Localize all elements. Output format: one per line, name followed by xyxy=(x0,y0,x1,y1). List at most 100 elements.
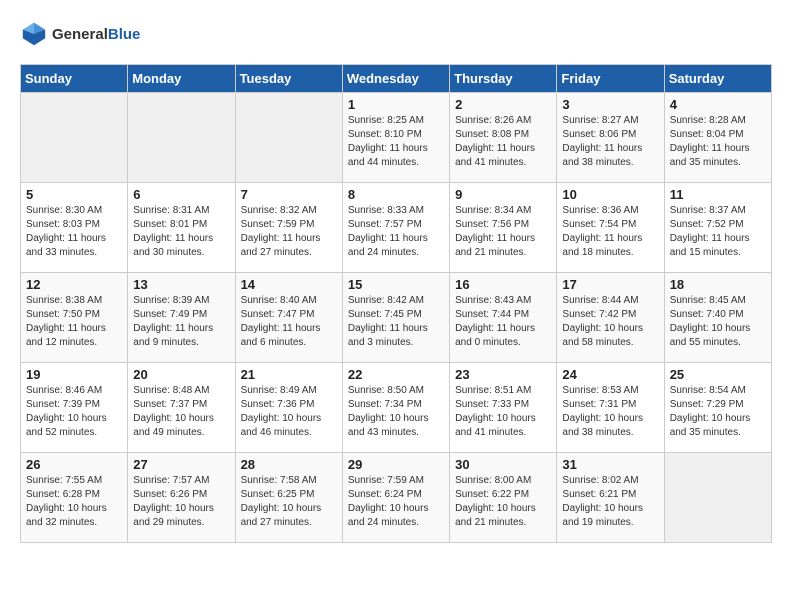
calendar-cell: 9 Sunrise: 8:34 AMSunset: 7:56 PMDaylight… xyxy=(450,183,557,273)
column-header-thursday: Thursday xyxy=(450,65,557,93)
calendar-week-row: 19Sunrise: 8:46 AMSunset: 7:39 PMDayligh… xyxy=(21,363,772,453)
day-number: 3 xyxy=(562,97,658,112)
day-number: 27 xyxy=(133,457,229,472)
day-number: 22 xyxy=(348,367,444,382)
day-info: Sunrise: 7:55 AMSunset: 6:28 PMDaylight:… xyxy=(26,474,122,530)
calendar-cell: 12 Sunrise: 8:38 AMSunset: 7:50 PMDayligh… xyxy=(21,273,128,363)
calendar-cell: 14Sunrise: 8:40 AMSunset: 7:47 PMDayligh… xyxy=(235,273,342,363)
calendar-cell: 29 Sunrise: 7:59 AMSunset: 6:24 PMDayligh… xyxy=(342,453,449,543)
day-number: 4 xyxy=(670,97,766,112)
day-info: Sunrise: 8:34 AMSunset: 7:56 PMDaylight:… xyxy=(455,204,551,260)
page-header: GeneralBlue xyxy=(20,20,772,48)
day-info: Sunrise: 8:33 AMSunset: 7:57 PMDaylight:… xyxy=(348,204,444,260)
day-number: 5 xyxy=(26,187,122,202)
calendar-cell: 27Sunrise: 7:57 AMSunset: 6:26 PMDayligh… xyxy=(128,453,235,543)
calendar-cell: 21 Sunrise: 8:49 AMSunset: 7:36 PMDayligh… xyxy=(235,363,342,453)
calendar-cell: 6 Sunrise: 8:31 AMSunset: 8:01 PMDaylight… xyxy=(128,183,235,273)
day-number: 25 xyxy=(670,367,766,382)
day-info: Sunrise: 8:42 AMSunset: 7:45 PMDaylight:… xyxy=(348,294,444,350)
calendar-cell xyxy=(664,453,771,543)
day-number: 31 xyxy=(562,457,658,472)
calendar-cell: 25 Sunrise: 8:54 AMSunset: 7:29 PMDayligh… xyxy=(664,363,771,453)
day-number: 6 xyxy=(133,187,229,202)
day-number: 2 xyxy=(455,97,551,112)
calendar-cell: 23Sunrise: 8:51 AMSunset: 7:33 PMDayligh… xyxy=(450,363,557,453)
calendar-cell: 15 Sunrise: 8:42 AMSunset: 7:45 PMDayligh… xyxy=(342,273,449,363)
logo-icon xyxy=(20,20,48,48)
day-number: 13 xyxy=(133,277,229,292)
day-number: 30 xyxy=(455,457,551,472)
day-info: Sunrise: 8:50 AMSunset: 7:34 PMDaylight:… xyxy=(348,384,444,440)
day-number: 15 xyxy=(348,277,444,292)
calendar-cell: 26 Sunrise: 7:55 AMSunset: 6:28 PMDayligh… xyxy=(21,453,128,543)
day-number: 29 xyxy=(348,457,444,472)
calendar-cell: 16 Sunrise: 8:43 AMSunset: 7:44 PMDayligh… xyxy=(450,273,557,363)
day-number: 1 xyxy=(348,97,444,112)
calendar-header: SundayMondayTuesdayWednesdayThursdayFrid… xyxy=(21,65,772,93)
day-number: 20 xyxy=(133,367,229,382)
calendar-cell xyxy=(128,93,235,183)
column-header-tuesday: Tuesday xyxy=(235,65,342,93)
day-info: Sunrise: 8:44 AMSunset: 7:42 PMDaylight:… xyxy=(562,294,658,350)
day-info: Sunrise: 8:45 AMSunset: 7:40 PMDaylight:… xyxy=(670,294,766,350)
day-info: Sunrise: 8:38 AMSunset: 7:50 PMDaylight:… xyxy=(26,294,122,350)
calendar-cell: 18Sunrise: 8:45 AMSunset: 7:40 PMDayligh… xyxy=(664,273,771,363)
day-info: Sunrise: 8:53 AMSunset: 7:31 PMDaylight:… xyxy=(562,384,658,440)
day-number: 12 xyxy=(26,277,122,292)
calendar-cell: 31 Sunrise: 8:02 AMSunset: 6:21 PMDayligh… xyxy=(557,453,664,543)
calendar-cell: 8 Sunrise: 8:33 AMSunset: 7:57 PMDaylight… xyxy=(342,183,449,273)
day-number: 24 xyxy=(562,367,658,382)
calendar-cell xyxy=(235,93,342,183)
calendar-week-row: 12 Sunrise: 8:38 AMSunset: 7:50 PMDayligh… xyxy=(21,273,772,363)
day-number: 10 xyxy=(562,187,658,202)
day-info: Sunrise: 8:49 AMSunset: 7:36 PMDaylight:… xyxy=(241,384,337,440)
calendar-table: SundayMondayTuesdayWednesdayThursdayFrid… xyxy=(20,64,772,543)
calendar-cell: 4 Sunrise: 8:28 AMSunset: 8:04 PMDaylight… xyxy=(664,93,771,183)
day-number: 19 xyxy=(26,367,122,382)
calendar-cell: 5 Sunrise: 8:30 AMSunset: 8:03 PMDaylight… xyxy=(21,183,128,273)
day-info: Sunrise: 8:28 AMSunset: 8:04 PMDaylight:… xyxy=(670,114,766,170)
column-header-saturday: Saturday xyxy=(664,65,771,93)
calendar-cell: 19Sunrise: 8:46 AMSunset: 7:39 PMDayligh… xyxy=(21,363,128,453)
day-info: Sunrise: 8:02 AMSunset: 6:21 PMDaylight:… xyxy=(562,474,658,530)
calendar-cell: 2 Sunrise: 8:26 AMSunset: 8:08 PMDaylight… xyxy=(450,93,557,183)
day-info: Sunrise: 7:58 AMSunset: 6:25 PMDaylight:… xyxy=(241,474,337,530)
day-number: 26 xyxy=(26,457,122,472)
calendar-cell: 7Sunrise: 8:32 AMSunset: 7:59 PMDaylight… xyxy=(235,183,342,273)
calendar-cell: 13 Sunrise: 8:39 AMSunset: 7:49 PMDayligh… xyxy=(128,273,235,363)
day-number: 9 xyxy=(455,187,551,202)
day-info: Sunrise: 8:32 AMSunset: 7:59 PMDaylight:… xyxy=(241,204,337,260)
calendar-cell: 10 Sunrise: 8:36 AMSunset: 7:54 PMDayligh… xyxy=(557,183,664,273)
day-info: Sunrise: 8:54 AMSunset: 7:29 PMDaylight:… xyxy=(670,384,766,440)
calendar-cell: 3 Sunrise: 8:27 AMSunset: 8:06 PMDaylight… xyxy=(557,93,664,183)
day-info: Sunrise: 8:39 AMSunset: 7:49 PMDaylight:… xyxy=(133,294,229,350)
calendar-cell: 11 Sunrise: 8:37 AMSunset: 7:52 PMDayligh… xyxy=(664,183,771,273)
column-header-wednesday: Wednesday xyxy=(342,65,449,93)
calendar-cell: 22 Sunrise: 8:50 AMSunset: 7:34 PMDayligh… xyxy=(342,363,449,453)
day-number: 16 xyxy=(455,277,551,292)
logo: GeneralBlue xyxy=(20,20,140,48)
day-info: Sunrise: 8:43 AMSunset: 7:44 PMDaylight:… xyxy=(455,294,551,350)
calendar-week-row: 26 Sunrise: 7:55 AMSunset: 6:28 PMDayligh… xyxy=(21,453,772,543)
day-info: Sunrise: 8:48 AMSunset: 7:37 PMDaylight:… xyxy=(133,384,229,440)
day-number: 21 xyxy=(241,367,337,382)
day-info: Sunrise: 8:27 AMSunset: 8:06 PMDaylight:… xyxy=(562,114,658,170)
calendar-week-row: 1Sunrise: 8:25 AMSunset: 8:10 PMDaylight… xyxy=(21,93,772,183)
column-header-monday: Monday xyxy=(128,65,235,93)
calendar-cell: 24 Sunrise: 8:53 AMSunset: 7:31 PMDayligh… xyxy=(557,363,664,453)
column-header-sunday: Sunday xyxy=(21,65,128,93)
day-number: 28 xyxy=(241,457,337,472)
day-info: Sunrise: 8:26 AMSunset: 8:08 PMDaylight:… xyxy=(455,114,551,170)
day-number: 8 xyxy=(348,187,444,202)
day-number: 11 xyxy=(670,187,766,202)
calendar-cell: 1Sunrise: 8:25 AMSunset: 8:10 PMDaylight… xyxy=(342,93,449,183)
day-info: Sunrise: 8:37 AMSunset: 7:52 PMDaylight:… xyxy=(670,204,766,260)
day-info: Sunrise: 8:31 AMSunset: 8:01 PMDaylight:… xyxy=(133,204,229,260)
calendar-cell: 17Sunrise: 8:44 AMSunset: 7:42 PMDayligh… xyxy=(557,273,664,363)
day-info: Sunrise: 8:36 AMSunset: 7:54 PMDaylight:… xyxy=(562,204,658,260)
calendar-cell: 28 Sunrise: 7:58 AMSunset: 6:25 PMDayligh… xyxy=(235,453,342,543)
day-info: Sunrise: 8:30 AMSunset: 8:03 PMDaylight:… xyxy=(26,204,122,260)
day-info: Sunrise: 7:59 AMSunset: 6:24 PMDaylight:… xyxy=(348,474,444,530)
day-info: Sunrise: 8:00 AMSunset: 6:22 PMDaylight:… xyxy=(455,474,551,530)
calendar-cell: 20 Sunrise: 8:48 AMSunset: 7:37 PMDayligh… xyxy=(128,363,235,453)
